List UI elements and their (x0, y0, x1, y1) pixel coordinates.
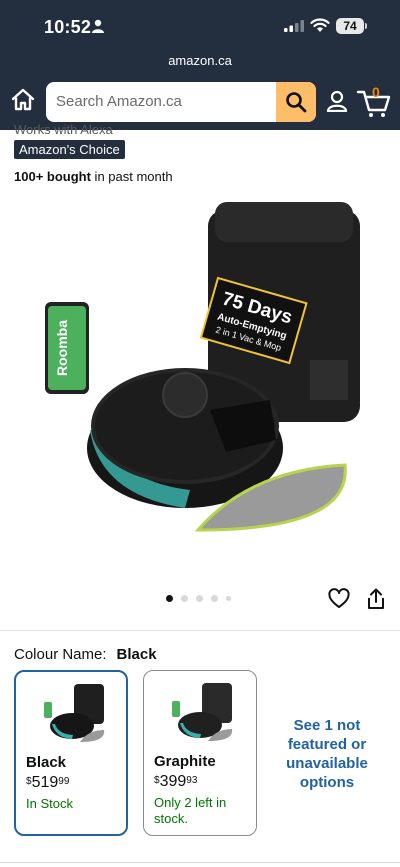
see-more-options-link[interactable]: See 1 not featured or unavailable option… (270, 716, 384, 792)
swatch-name: Graphite (154, 753, 216, 770)
price-fraction: 99 (58, 776, 70, 787)
colour-selected-value: Black (116, 646, 157, 663)
stock-status: In Stock (26, 796, 73, 811)
battery-tip (365, 23, 367, 29)
person-icon (92, 19, 104, 33)
wifi-icon (310, 18, 330, 32)
share-icon[interactable] (366, 588, 386, 610)
swatch-image-graphite (172, 683, 233, 741)
product-image[interactable]: 75 Days Auto-Emptying 2 in 1 Vac & Mop R… (40, 190, 370, 560)
price-whole: 519 (31, 774, 59, 791)
search-button[interactable] (276, 82, 316, 122)
cart-button[interactable]: 0 (356, 84, 392, 118)
swatch-image-black (44, 684, 105, 742)
home-icon[interactable] (10, 88, 36, 112)
swatch-price: $39993 (154, 773, 197, 791)
image-carousel-dots[interactable] (166, 595, 231, 602)
colour-name-label: Colour Name: Black (14, 646, 157, 663)
alexa-badge-text: Works with Alexa (14, 122, 113, 136)
swatch-name: Black (26, 754, 67, 771)
price-fraction: 93 (186, 775, 198, 786)
phone-label: Roomba (54, 320, 70, 376)
account-icon[interactable] (326, 90, 348, 112)
search-input[interactable]: Search Amazon.ca (56, 93, 182, 110)
bought-count-rest: in past month (90, 169, 173, 184)
url-bar[interactable]: amazon.ca (0, 50, 400, 72)
cart-count: 0 (372, 84, 380, 100)
heart-icon[interactable] (328, 588, 350, 610)
divider (0, 630, 400, 631)
carousel-dot-3[interactable] (196, 595, 203, 602)
colour-option-black[interactable]: Black $51999 In Stock (14, 670, 128, 836)
swatch-price: $51999 (26, 774, 69, 792)
status-bar: 10:52 74 (0, 0, 400, 50)
colour-option-graphite[interactable]: Graphite $39993 Only 2 left in stock. (143, 670, 257, 836)
carousel-dot-4[interactable] (211, 595, 218, 602)
carousel-dot-5[interactable] (226, 596, 231, 601)
amazons-choice-badge[interactable]: Amazon's Choice (14, 140, 125, 159)
price-whole: 399 (159, 773, 187, 790)
carousel-dot-1[interactable] (166, 595, 173, 602)
price-currency: $ (26, 776, 32, 787)
cellular-signal-icon (284, 20, 304, 32)
search-icon (286, 92, 307, 113)
next-section-edge (0, 862, 400, 867)
clock: 10:52 (44, 17, 92, 37)
bought-count: 100+ bought in past month (14, 169, 173, 184)
bought-count-bold: 100+ bought (14, 169, 91, 184)
colour-label-text: Colour Name: (14, 646, 107, 663)
search-bar[interactable]: Search Amazon.ca (46, 82, 316, 122)
carousel-dot-2[interactable] (181, 595, 188, 602)
price-currency: $ (154, 775, 160, 786)
stock-status: Only 2 left in stock. (154, 795, 227, 826)
battery-indicator: 74 (336, 18, 364, 34)
